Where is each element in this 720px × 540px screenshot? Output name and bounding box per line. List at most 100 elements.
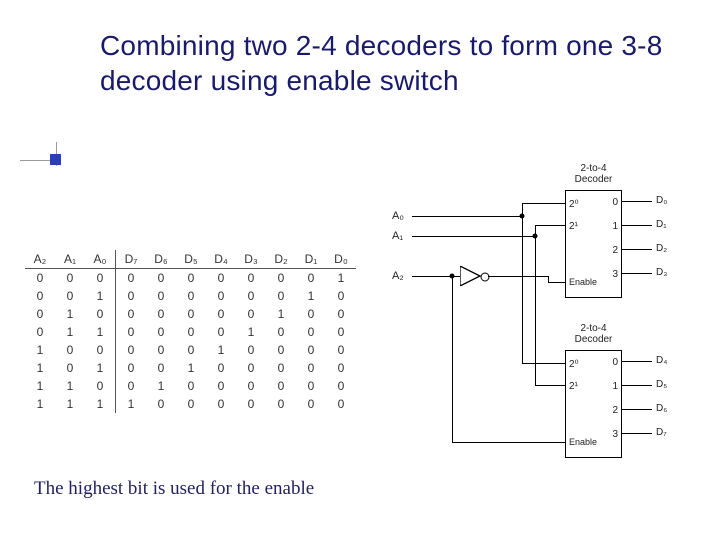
col-a1: A₁ [55, 250, 85, 269]
out-d1: D₁ [656, 219, 667, 230]
out-d4: D₄ [656, 355, 667, 366]
table-row: 11001000000 [25, 377, 356, 395]
slide: Combining two 2-4 decoders to form one 3… [0, 0, 720, 540]
col-d0: D₀ [326, 250, 356, 269]
table-cell: 0 [266, 269, 296, 288]
table-cell: 0 [236, 341, 266, 359]
table-row: 01000000100 [25, 305, 356, 323]
wire [488, 276, 548, 277]
pin-20b: 2⁰ [569, 359, 579, 370]
wire [412, 276, 452, 277]
table-cell: 0 [326, 287, 356, 305]
table-cell: 0 [25, 305, 55, 323]
table-header-row: A₂ A₁ A₀ D₇ D₆ D₅ D₄ D₃ D₂ D₁ D₀ [25, 250, 356, 269]
table-row: 00000000001 [25, 269, 356, 288]
table-cell: 0 [176, 287, 206, 305]
pin-out0b: 0 [612, 357, 618, 368]
wire [452, 442, 565, 443]
table-cell: 0 [296, 395, 326, 413]
table-cell: 0 [176, 269, 206, 288]
table-cell: 0 [146, 305, 176, 323]
table-cell: 0 [296, 323, 326, 341]
table-cell: 1 [296, 287, 326, 305]
table-cell: 1 [236, 323, 266, 341]
table-cell: 0 [116, 359, 147, 377]
col-d3: D₃ [236, 250, 266, 269]
table-cell: 1 [55, 323, 85, 341]
table-cell: 1 [266, 305, 296, 323]
table-cell: 0 [116, 305, 147, 323]
decoder-top: 2-to-4 Decoder 2⁰ 2¹ Enable 0 1 2 3 [565, 190, 622, 298]
table-cell: 0 [206, 377, 236, 395]
table-cell: 0 [326, 359, 356, 377]
table-cell: 1 [176, 359, 206, 377]
table-row: 11110000000 [25, 395, 356, 413]
inverter-bubble-icon [481, 273, 490, 282]
wire [522, 363, 565, 364]
table-cell: 0 [116, 341, 147, 359]
table-cell: 0 [85, 341, 116, 359]
table-cell: 0 [25, 269, 55, 288]
label-a0: A₀ [392, 210, 404, 222]
table-cell: 0 [266, 341, 296, 359]
wire [622, 433, 652, 434]
col-a2: A₂ [25, 250, 55, 269]
table-cell: 0 [296, 359, 326, 377]
table-cell: 0 [266, 323, 296, 341]
table-cell: 0 [266, 395, 296, 413]
table-cell: 0 [176, 377, 206, 395]
wire [548, 282, 565, 283]
out-d2: D₂ [656, 243, 667, 254]
table-cell: 0 [236, 305, 266, 323]
pin-out0: 0 [612, 197, 618, 208]
table-cell: 0 [206, 323, 236, 341]
table-cell: 1 [25, 377, 55, 395]
table-cell: 0 [146, 269, 176, 288]
table-cell: 1 [25, 395, 55, 413]
pin-enable: Enable [569, 277, 597, 287]
truth-table: A₂ A₁ A₀ D₇ D₆ D₅ D₄ D₃ D₂ D₁ D₀ 0000000… [25, 250, 356, 413]
table-cell: 0 [116, 377, 147, 395]
wire [452, 276, 460, 277]
table-cell: 0 [326, 323, 356, 341]
table-cell: 0 [176, 323, 206, 341]
table-cell: 1 [85, 395, 116, 413]
wire [622, 361, 652, 362]
table-cell: 0 [296, 269, 326, 288]
table-row: 10000010000 [25, 341, 356, 359]
wire [622, 201, 652, 202]
table-row: 01100001000 [25, 323, 356, 341]
pin-out1b: 1 [612, 381, 618, 392]
table-cell: 0 [326, 305, 356, 323]
table-cell: 0 [236, 359, 266, 377]
out-d6: D₆ [656, 403, 667, 414]
table-cell: 0 [296, 377, 326, 395]
wire [522, 216, 523, 363]
table-cell: 0 [55, 287, 85, 305]
out-d3: D₃ [656, 267, 667, 278]
table-cell: 1 [116, 395, 147, 413]
table-cell: 0 [55, 359, 85, 377]
table-cell: 1 [25, 359, 55, 377]
table-cell: 1 [55, 395, 85, 413]
table-cell: 0 [236, 269, 266, 288]
table-cell: 0 [236, 395, 266, 413]
table-cell: 0 [176, 395, 206, 413]
col-d4: D₄ [206, 250, 236, 269]
table-cell: 0 [326, 377, 356, 395]
wire [535, 385, 565, 386]
table-cell: 0 [206, 395, 236, 413]
table-cell: 0 [85, 305, 116, 323]
wire [622, 273, 652, 274]
table-cell: 0 [146, 395, 176, 413]
table-cell: 0 [55, 269, 85, 288]
wire [535, 225, 565, 226]
out-d0: D₀ [656, 195, 667, 206]
wire [522, 203, 523, 217]
table-cell: 0 [266, 359, 296, 377]
col-d2: D₂ [266, 250, 296, 269]
caption: The highest bit is used for the enable [34, 478, 314, 500]
table-cell: 1 [55, 305, 85, 323]
col-d6: D₆ [146, 250, 176, 269]
pin-out2: 2 [612, 245, 618, 256]
